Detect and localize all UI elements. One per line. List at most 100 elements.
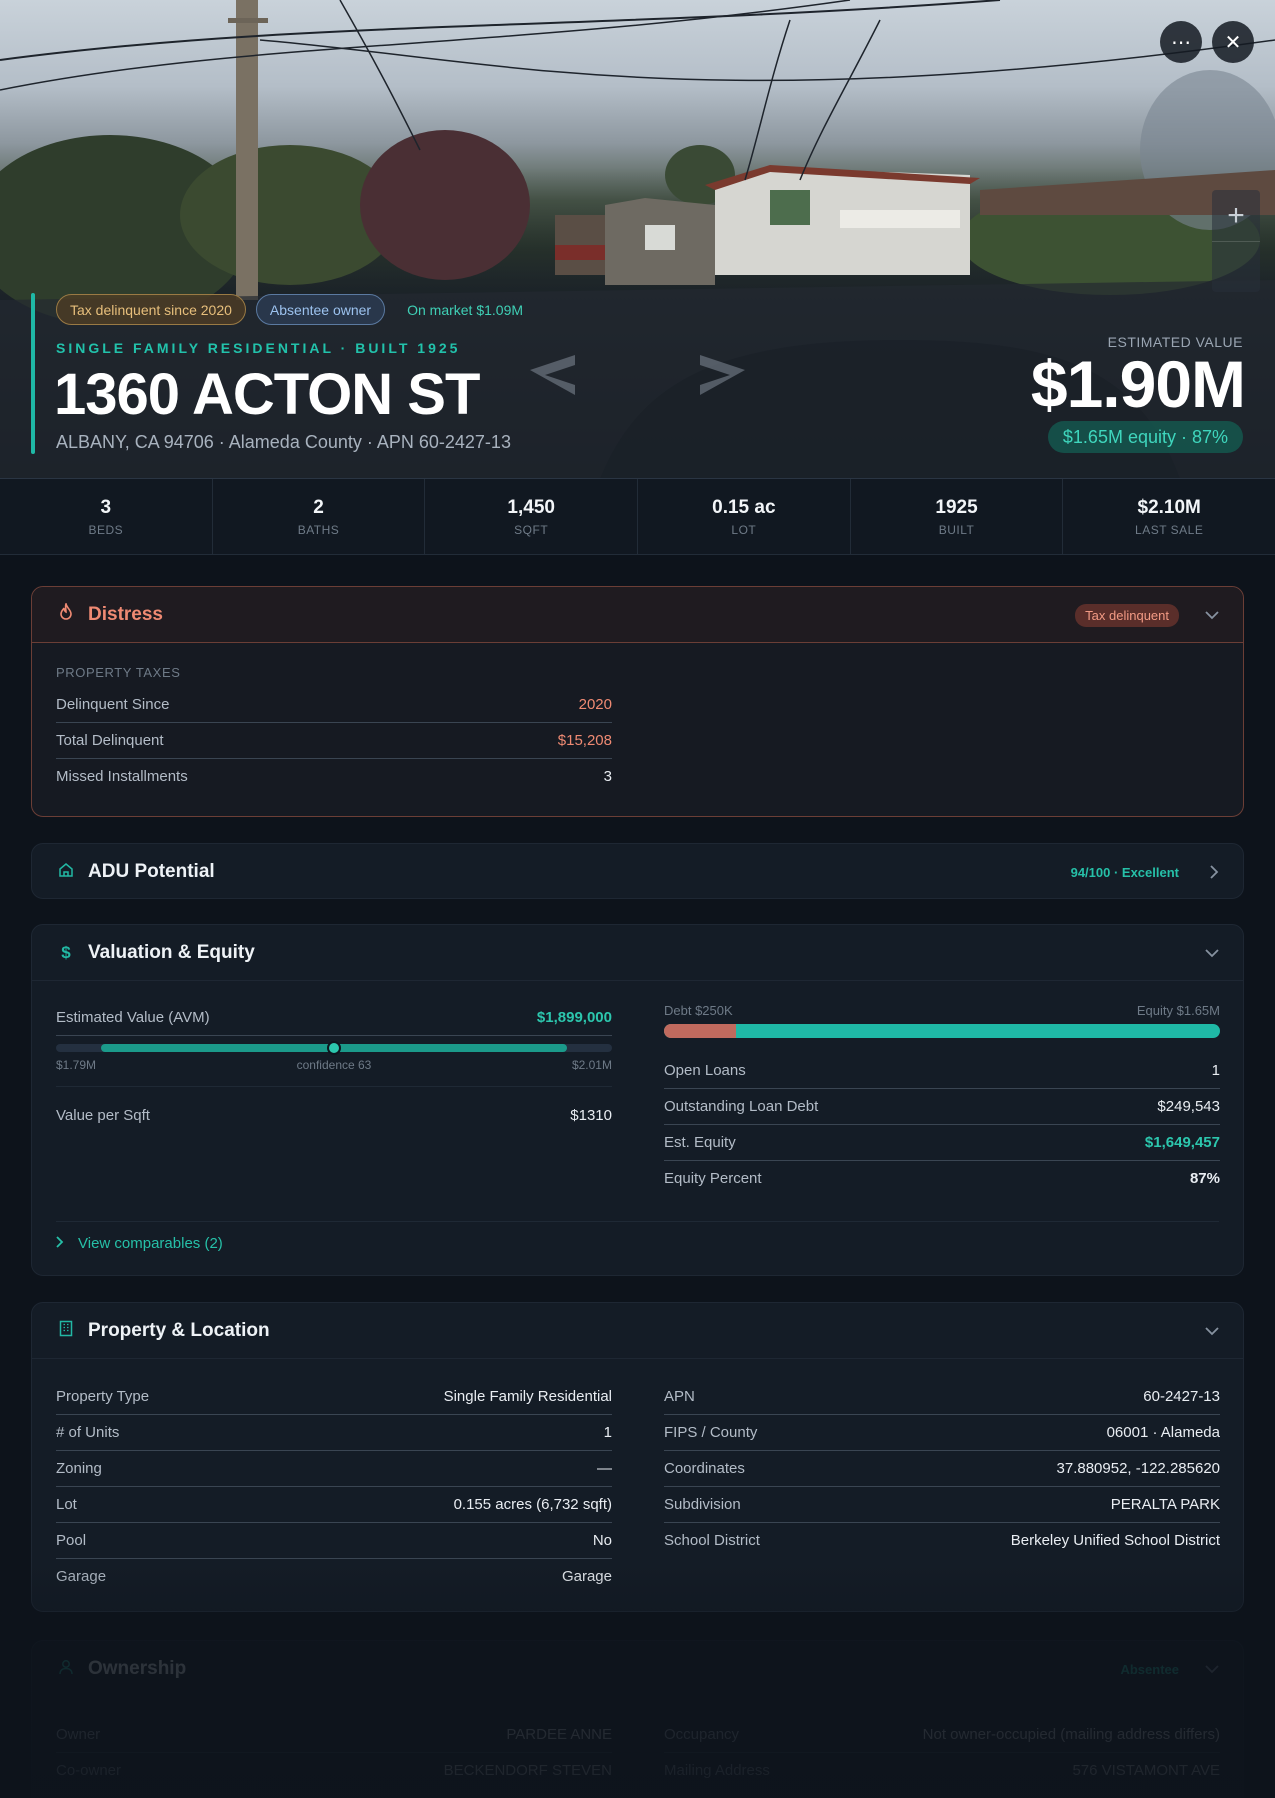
row-value: $249,543 (1157, 1098, 1220, 1115)
property-right-list: APN 60-2427-13 FIPS / County 06001 · Alame… (664, 1378, 1220, 1558)
row-label: Lot (56, 1496, 77, 1513)
stat-label: SQFT (514, 522, 549, 537)
ownership-card: Ownership Absentee Owner PARDEE ANNE Co-o… (31, 1640, 1244, 1798)
stat-lot: 0.15 ac LOT (638, 479, 851, 554)
hero-street-view: ⋯ ✕ + Tax delinquent since 2020 Absentee… (0, 0, 1275, 479)
row-value: 1 (603, 1424, 612, 1441)
stat-label: BEDS (88, 522, 124, 537)
table-row: Owner PARDEE ANNE (56, 1716, 612, 1752)
debt-label: Debt $250K (664, 1003, 733, 1018)
row-value: PERALTA PARK (1110, 1496, 1220, 1513)
table-row: School District Berkeley Unified School D… (664, 1522, 1220, 1558)
row-value: 87% (1189, 1170, 1220, 1187)
ownership-header[interactable]: Ownership Absentee (32, 1641, 1243, 1697)
table-row: Lot 0.155 acres (6,732 sqft) (56, 1486, 612, 1522)
table-row: # of Units 1 (56, 1414, 612, 1450)
avm-section: Estimated Value (AVM) $1,899,000 $1.79M … (56, 1000, 612, 1143)
row-label: Coordinates (664, 1460, 745, 1477)
distress-title: Distress (88, 603, 163, 625)
adu-title: ADU Potential (88, 861, 215, 882)
row-value: Not owner-occupied (mailing address diff… (922, 1725, 1220, 1743)
table-row: FIPS / County 06001 · Alameda (664, 1414, 1220, 1450)
row-value: PARDEE ANNE (506, 1725, 612, 1743)
stat-value: 1925 (935, 496, 978, 518)
chevron-down-icon[interactable] (1205, 1641, 1219, 1697)
comparables-label: View comparables (2) (78, 1235, 223, 1252)
row-label: Garage (56, 1568, 107, 1585)
row-value: — (597, 1460, 612, 1477)
property-title: Property & Location (88, 1319, 270, 1341)
valuation-header[interactable]: $ Valuation & Equity (32, 925, 1243, 981)
chevron-right-icon (56, 1235, 64, 1252)
section-label: PROPERTY TAXES (56, 665, 181, 680)
flame-icon (56, 601, 76, 626)
user-icon (56, 1659, 76, 1680)
tag-tax-delinquent: Tax delinquent since 2020 (56, 294, 246, 325)
more-horizontal-icon: ⋯ (1171, 31, 1191, 54)
stat-label: LOT (731, 522, 757, 537)
row-label: Est. Equity (664, 1134, 736, 1151)
row-value: 576 VISTAMONT AVE (1072, 1762, 1220, 1779)
more-options-button[interactable]: ⋯ (1160, 21, 1202, 63)
stat-value: $2.10M (1137, 496, 1201, 518)
row-label: Equity Percent (664, 1170, 762, 1187)
row-label: Pool (56, 1532, 87, 1549)
accent-bar (31, 293, 35, 454)
distress-header[interactable]: Distress Tax delinquent (32, 587, 1243, 643)
status-badge: Tax delinquent (1075, 603, 1179, 627)
close-button[interactable]: ✕ (1212, 21, 1254, 63)
tag-on-market: On market $1.09M (407, 301, 524, 318)
stats-bar: 3 BEDS 2 BATHS 1,450 SQFT 0.15 ac LOT 19… (0, 479, 1275, 555)
table-row: Subdivision PERALTA PARK (664, 1486, 1220, 1522)
chevron-down-icon[interactable] (1205, 587, 1219, 643)
table-row: Total Delinquent $15,208 (56, 722, 612, 758)
page-title: 1360 ACTON ST (54, 362, 480, 427)
sub-address: ALBANY, CA 94706 · Alameda County · APN … (56, 432, 511, 452)
chevron-right-icon[interactable] (1210, 844, 1219, 900)
property-header[interactable]: Property & Location (32, 1303, 1243, 1359)
row-value: 2020 (578, 695, 612, 713)
row-label: Occupancy (664, 1725, 740, 1743)
row-value: 3 (603, 768, 612, 785)
table-row: Missed Installments 3 (56, 758, 612, 794)
stat-value: 1,450 (507, 496, 555, 518)
adu-potential-card[interactable]: ADU Potential 94/100 · Excellent (31, 843, 1244, 899)
chevron-down-icon[interactable] (1205, 1303, 1219, 1359)
row-value: $1,899,000 (536, 1009, 612, 1026)
stat-label: BATHS (297, 522, 340, 537)
property-left-list: Property Type Single Family Residential #… (56, 1378, 612, 1594)
row-label: School District (664, 1532, 760, 1549)
stat-label: BUILT (938, 522, 975, 537)
zoom-out-button[interactable] (1212, 241, 1260, 292)
row-label: Subdivision (664, 1496, 741, 1513)
adu-header[interactable]: ADU Potential 94/100 · Excellent (32, 844, 1243, 900)
table-row: Zoning — (56, 1450, 612, 1486)
tag-list: Tax delinquent since 2020 Absentee owner… (56, 294, 536, 325)
valuation-title: Valuation & Equity (88, 941, 255, 963)
chevron-down-icon[interactable] (1205, 925, 1219, 981)
stat-sqft: 1,450 SQFT (425, 479, 639, 554)
zoom-in-button[interactable]: + (1212, 190, 1260, 241)
row-label: APN (664, 1387, 695, 1405)
stat-label: LAST SALE (1135, 522, 1204, 537)
row-label: Estimated Value (AVM) (56, 1009, 210, 1026)
building-icon (56, 1320, 76, 1342)
tag-absentee-owner: Absentee owner (255, 294, 386, 325)
distress-card: Distress Tax delinquent PROPERTY TAXES D… (31, 586, 1244, 817)
row-value: $1,649,457 (1144, 1134, 1220, 1151)
row-value: No (592, 1532, 612, 1549)
ownership-title: Ownership (88, 1658, 187, 1679)
table-row: Equity Percent 87% (664, 1160, 1220, 1196)
table-row: Occupancy Not owner-occupied (mailing add… (664, 1716, 1220, 1752)
view-comparables-link[interactable]: View comparables (2) (56, 1235, 223, 1252)
table-row: Pool No (56, 1522, 612, 1558)
stat-value: 2 (313, 496, 324, 518)
equity-label: Equity $1.65M (1136, 1003, 1220, 1018)
row-value: Garage (561, 1568, 612, 1585)
stat-beds: 3 BEDS (0, 479, 213, 554)
table-row: Mailing Address 576 VISTAMONT AVE (664, 1752, 1220, 1788)
row-value: 60-2427-13 (1143, 1387, 1220, 1405)
avm-high: $2.01M (571, 1058, 612, 1072)
ownership-left-list: Owner PARDEE ANNE Co-owner BECKENDORF STEV… (56, 1716, 612, 1788)
row-label: Value per Sqft (56, 1106, 150, 1124)
